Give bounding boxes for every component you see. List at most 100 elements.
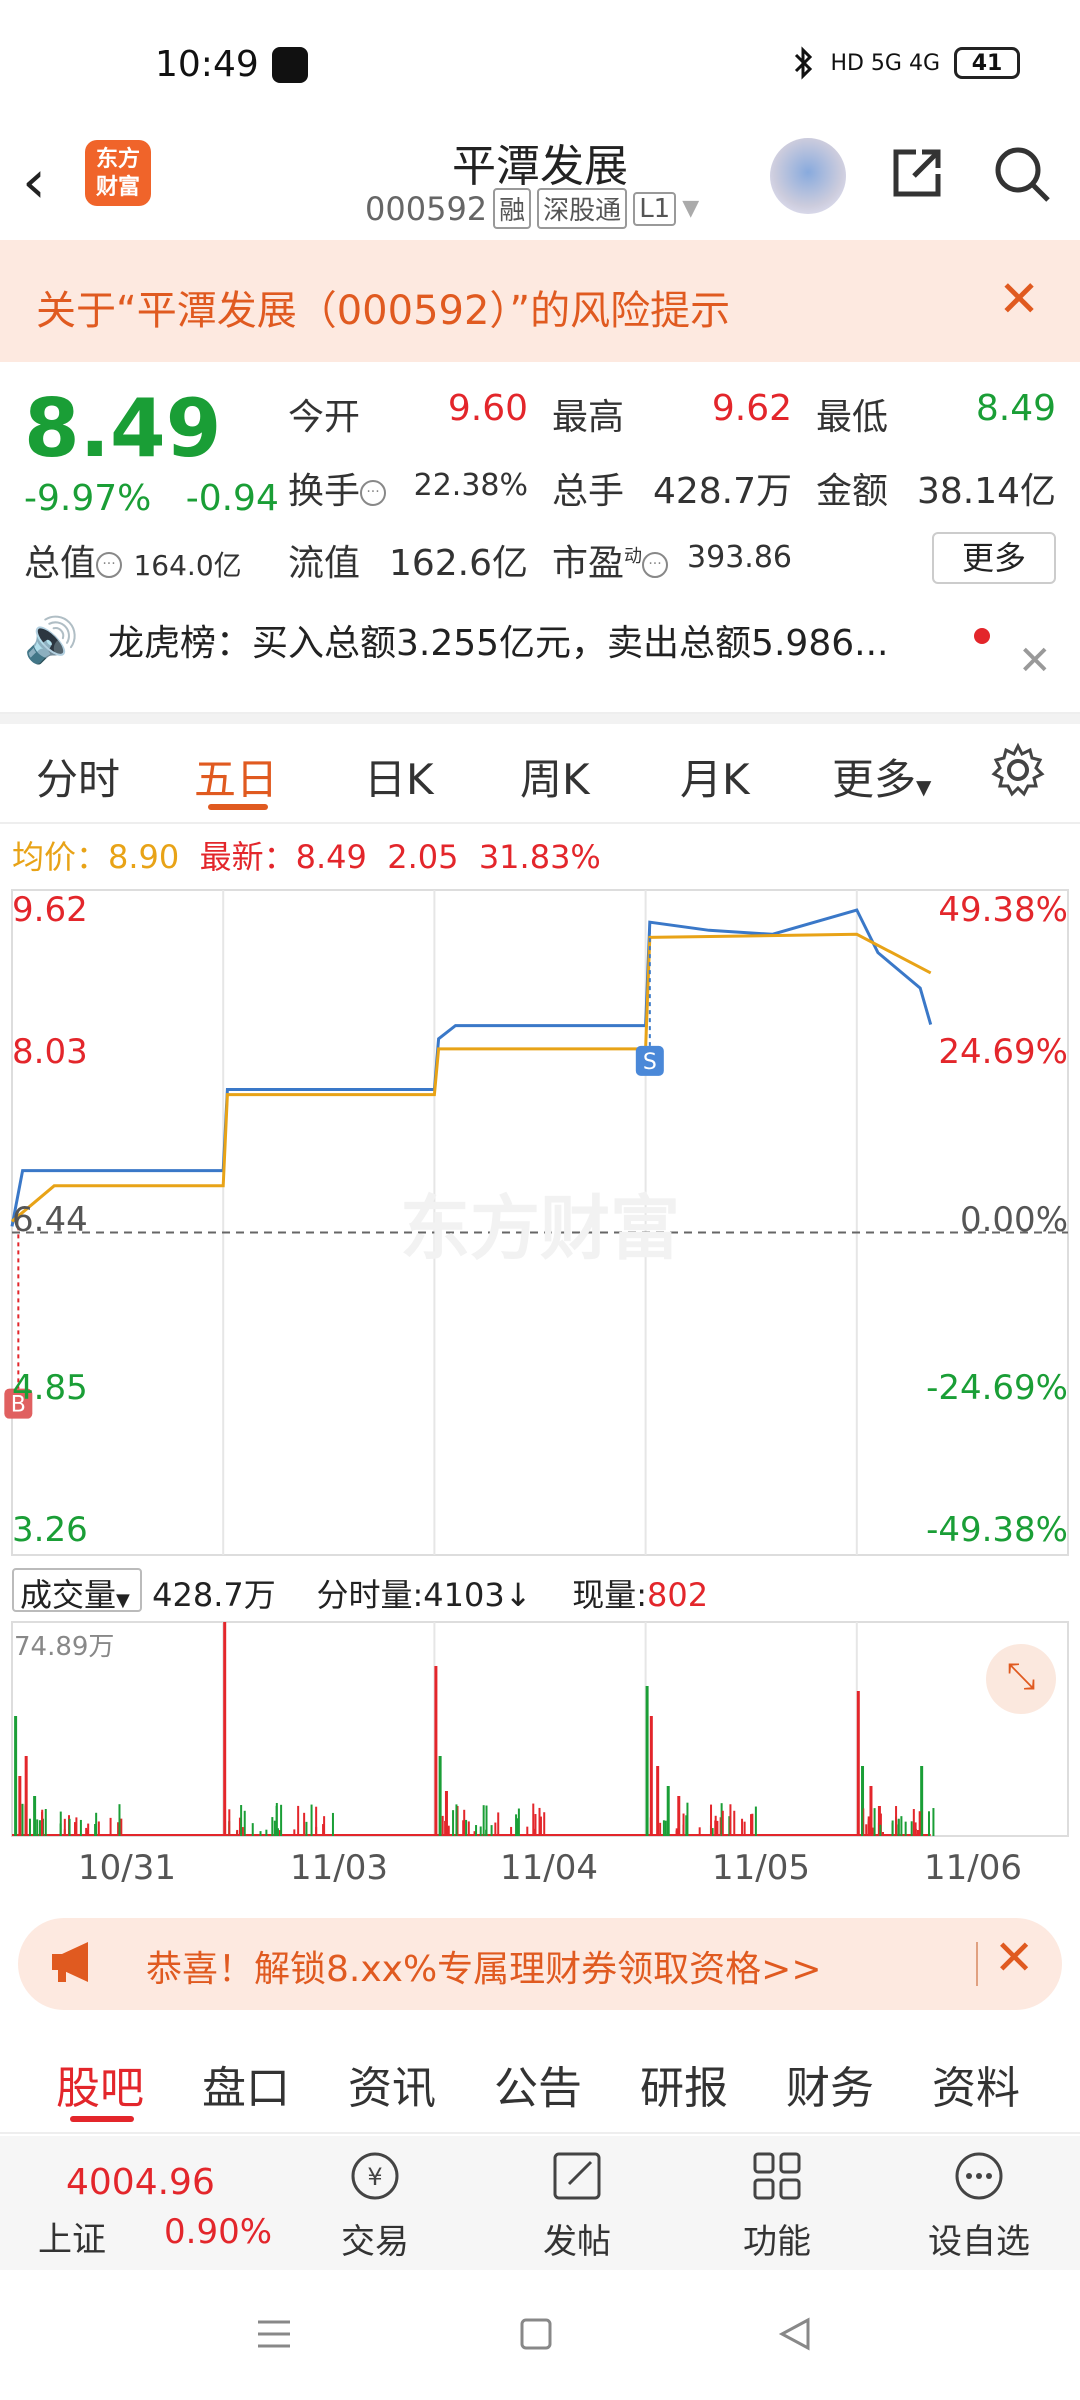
expand-icon[interactable]: ⤡ <box>986 1644 1056 1714</box>
assistant-robot-icon[interactable] <box>770 138 846 214</box>
volume-bar <box>265 1829 268 1836</box>
volume-bar <box>434 1666 438 1836</box>
volume-bar <box>243 1810 246 1836</box>
volume-bar <box>927 1811 930 1836</box>
menu-icon[interactable] <box>254 2314 294 2354</box>
tab-research[interactable]: 研报 <box>640 2052 728 2116</box>
latest-price: 8.49 <box>295 838 367 876</box>
volume-bar <box>698 1827 701 1836</box>
volume-bar <box>18 1822 21 1836</box>
gear-icon[interactable] <box>990 742 1046 798</box>
price-change: -9.97% -0.94 <box>24 478 279 519</box>
promo-text[interactable]: 恭喜！解锁8.xx%专属理财券领取资格>> <box>146 1940 822 1992</box>
volume-bar <box>297 1805 300 1836</box>
chevron-down-icon: ▼ <box>682 196 700 221</box>
functions-button[interactable]: 功能 <box>712 2146 842 2263</box>
dragon-tiger-bar[interactable]: 🔊 龙虎榜：买入总额3.255亿元，卖出总额5.986... ✕ <box>0 602 1080 714</box>
index-name: 上证 <box>38 2220 106 2260</box>
back-nav-icon[interactable] <box>774 2314 814 2354</box>
post-button[interactable]: 发帖 <box>512 2146 642 2263</box>
volume-bar <box>916 1829 919 1836</box>
volume-bar <box>538 1807 541 1836</box>
trade-button[interactable]: ¥ 交易 <box>310 2146 440 2263</box>
five-day-chart[interactable]: 东方财富 B S 9.62 8.03 6.44 4.85 3.26 49.38% 2… <box>0 880 1080 1560</box>
tab-monthly-k[interactable]: 月K <box>680 746 750 807</box>
tab-profile[interactable]: 资料 <box>932 2052 1020 2116</box>
volume-bar <box>750 1814 753 1836</box>
turnover-stat: 换手 ··· 22.38% <box>288 468 528 512</box>
price-chart-svg[interactable]: 东方财富BS <box>0 880 1080 1560</box>
tab-finance[interactable]: 财务 <box>786 2052 874 2116</box>
share-icon[interactable] <box>886 142 948 204</box>
volume-bar <box>515 1814 518 1836</box>
market-cap: 总值 ··· 164.0亿 <box>24 543 242 584</box>
y-tick-left: 8.03 <box>12 1032 88 1072</box>
volume-bar <box>871 1827 874 1836</box>
tab-weekly-k[interactable]: 周K <box>520 746 590 807</box>
volume-bar <box>97 1821 100 1836</box>
y-tick-right: -24.69% <box>926 1368 1068 1408</box>
tab-guba[interactable]: 股吧 <box>56 2052 144 2116</box>
megaphone-icon <box>52 1942 88 1982</box>
stock-subline[interactable]: 000592 融 深股通 L1 ▼ <box>365 188 699 229</box>
volume-bar <box>271 1817 274 1836</box>
add-watchlist-button[interactable]: 设自选 <box>914 2146 1044 2263</box>
volume-bar <box>273 1820 276 1836</box>
volume-bar <box>656 1766 660 1836</box>
tab-five-day[interactable]: 五日 <box>194 746 278 807</box>
y-tick-right: 0.00% <box>959 1200 1068 1240</box>
volume-bar <box>44 1809 47 1836</box>
volume-bar <box>891 1820 894 1836</box>
volume-bar <box>729 1804 732 1836</box>
volume-bar <box>645 1686 649 1836</box>
volume-bar <box>733 1810 736 1836</box>
volume-bar <box>882 1831 885 1836</box>
five-day-change: 2.05 <box>387 838 459 876</box>
status-time: 10:49 <box>155 44 259 85</box>
dragon-tiger-text[interactable]: 龙虎榜：买入总额3.255亿元，卖出总额5.986... <box>108 614 888 666</box>
svg-text:¥: ¥ <box>367 2163 382 2191</box>
close-icon[interactable]: ✕ <box>1018 638 1052 684</box>
tiktok-icon <box>272 47 308 83</box>
volume-bar <box>240 1805 243 1836</box>
volume-total: 428.7万 <box>152 1576 276 1614</box>
tab-pankou[interactable]: 盘口 <box>202 2052 290 2116</box>
volume-bar <box>28 1818 31 1836</box>
index-change: 0.90% <box>164 2212 273 2252</box>
volume-chart[interactable]: 74.89万 ⤡ <box>0 1620 1080 1840</box>
volume-bar <box>455 1804 458 1836</box>
tab-daily-k[interactable]: 日K <box>364 746 434 807</box>
y-tick-left: 6.44 <box>12 1200 88 1240</box>
volume-bar <box>236 1829 239 1836</box>
y-tick-right: 24.69% <box>938 1032 1068 1072</box>
margin-tag: 融 <box>493 188 532 229</box>
risk-text[interactable]: 关于“平潭发展（000592）”的风险提示 <box>36 278 730 336</box>
bottom-toolbar: 4004.96 上证 0.90% ¥ 交易 发帖 功能 设自选 <box>0 2136 1080 2270</box>
more-button[interactable]: 更多 <box>932 532 1056 584</box>
tab-intraday[interactable]: 分时 <box>36 746 120 807</box>
volume-bar <box>87 1823 90 1836</box>
volume-bar <box>543 1812 546 1836</box>
tab-more[interactable]: 更多▼ <box>832 746 931 807</box>
active-tab-indicator <box>208 804 268 810</box>
tab-news[interactable]: 资讯 <box>348 2052 436 2116</box>
y-tick-right: 49.38% <box>938 890 1068 930</box>
volume-bar <box>865 1824 868 1836</box>
volume-bar <box>465 1819 468 1836</box>
bluetooth-icon <box>795 46 813 80</box>
home-icon[interactable] <box>516 2314 556 2354</box>
close-icon[interactable]: ✕ <box>998 270 1040 328</box>
volume-selector[interactable]: 成交量▼ <box>12 1568 142 1614</box>
search-icon[interactable] <box>990 142 1052 204</box>
risk-banner[interactable]: 关于“平潭发展（000592）”的风险提示 ✕ <box>0 240 1080 362</box>
volume-bar <box>714 1815 717 1836</box>
volume-bar <box>675 1828 678 1836</box>
float-stat: 流值 162.6亿 <box>288 543 528 584</box>
volume-bar <box>667 1831 670 1836</box>
close-icon[interactable]: ✕ <box>994 1930 1034 1986</box>
promo-banner[interactable]: 恭喜！解锁8.xx%专属理财券领取资格>> ✕ <box>18 1918 1062 2010</box>
volume-bar <box>21 1803 24 1836</box>
volume-bar <box>228 1809 231 1836</box>
volume-chart-svg[interactable] <box>0 1620 1080 1840</box>
tab-announcements[interactable]: 公告 <box>494 2052 582 2116</box>
